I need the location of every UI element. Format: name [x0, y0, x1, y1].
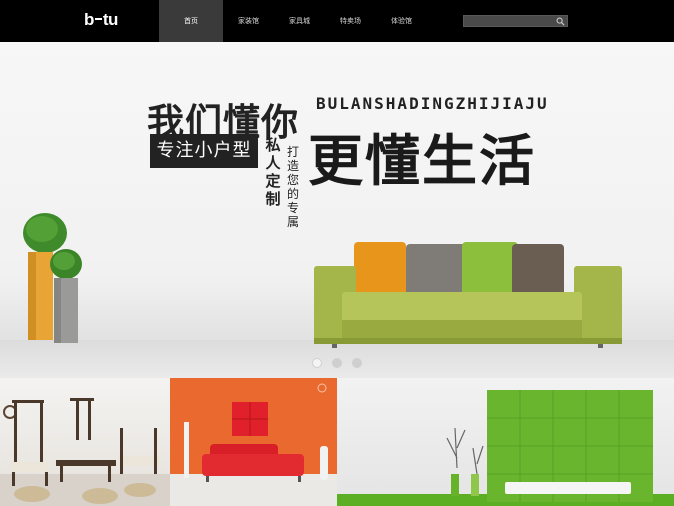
- vertical-text-exclusive: 打造您的专属: [286, 145, 299, 229]
- slide-indicators: [312, 358, 362, 368]
- tag-label: 专注小户型: [150, 134, 258, 168]
- logo-dash: [94, 18, 102, 21]
- thumbnail-green-wall[interactable]: [337, 378, 674, 506]
- thumbnail-row: [0, 378, 674, 506]
- slide-dot-3[interactable]: [352, 358, 362, 368]
- hero-banner[interactable]: 我们懂你 BULANSHADINGZHIJIAJU 更懂生活 专注小户型 私人定…: [0, 42, 674, 378]
- thumbnail-red-sofa[interactable]: [170, 378, 337, 506]
- red-sofa-image: [170, 383, 337, 506]
- search-input[interactable]: [464, 16, 556, 26]
- green-wall-image: [337, 390, 674, 506]
- main-nav: 首页 家装馆 家具城 特卖场 体验馆: [159, 0, 427, 42]
- search-icon[interactable]: [556, 17, 565, 26]
- chinese-furniture-image: [0, 398, 170, 506]
- slide-dot-2[interactable]: [332, 358, 342, 368]
- logo-part-right: tu: [102, 10, 119, 29]
- potted-plants: [23, 213, 82, 343]
- vertical-text-custom: 私人定制: [265, 136, 281, 208]
- sofa-illustration: [314, 242, 622, 348]
- top-navigation-bar: b tu 首页 家装馆 家具城 特卖场 体验馆: [0, 0, 674, 42]
- nav-item-sale[interactable]: 特卖场: [325, 0, 376, 42]
- nav-item-experience[interactable]: 体验馆: [376, 0, 427, 42]
- nav-item-home-decor[interactable]: 家装馆: [223, 0, 274, 42]
- nav-item-home[interactable]: 首页: [159, 0, 223, 42]
- site-logo[interactable]: b tu: [84, 10, 118, 30]
- thumbnail-chinese-furniture[interactable]: [0, 378, 170, 506]
- logo-part-left: b: [84, 10, 94, 29]
- nav-item-furniture-mall[interactable]: 家具城: [274, 0, 325, 42]
- search-box: [463, 15, 568, 27]
- headline-right: 更懂生活: [308, 129, 537, 193]
- slide-dot-1[interactable]: [312, 358, 322, 368]
- headline-pinyin: BULANSHADINGZHIJIAJU: [316, 94, 549, 113]
